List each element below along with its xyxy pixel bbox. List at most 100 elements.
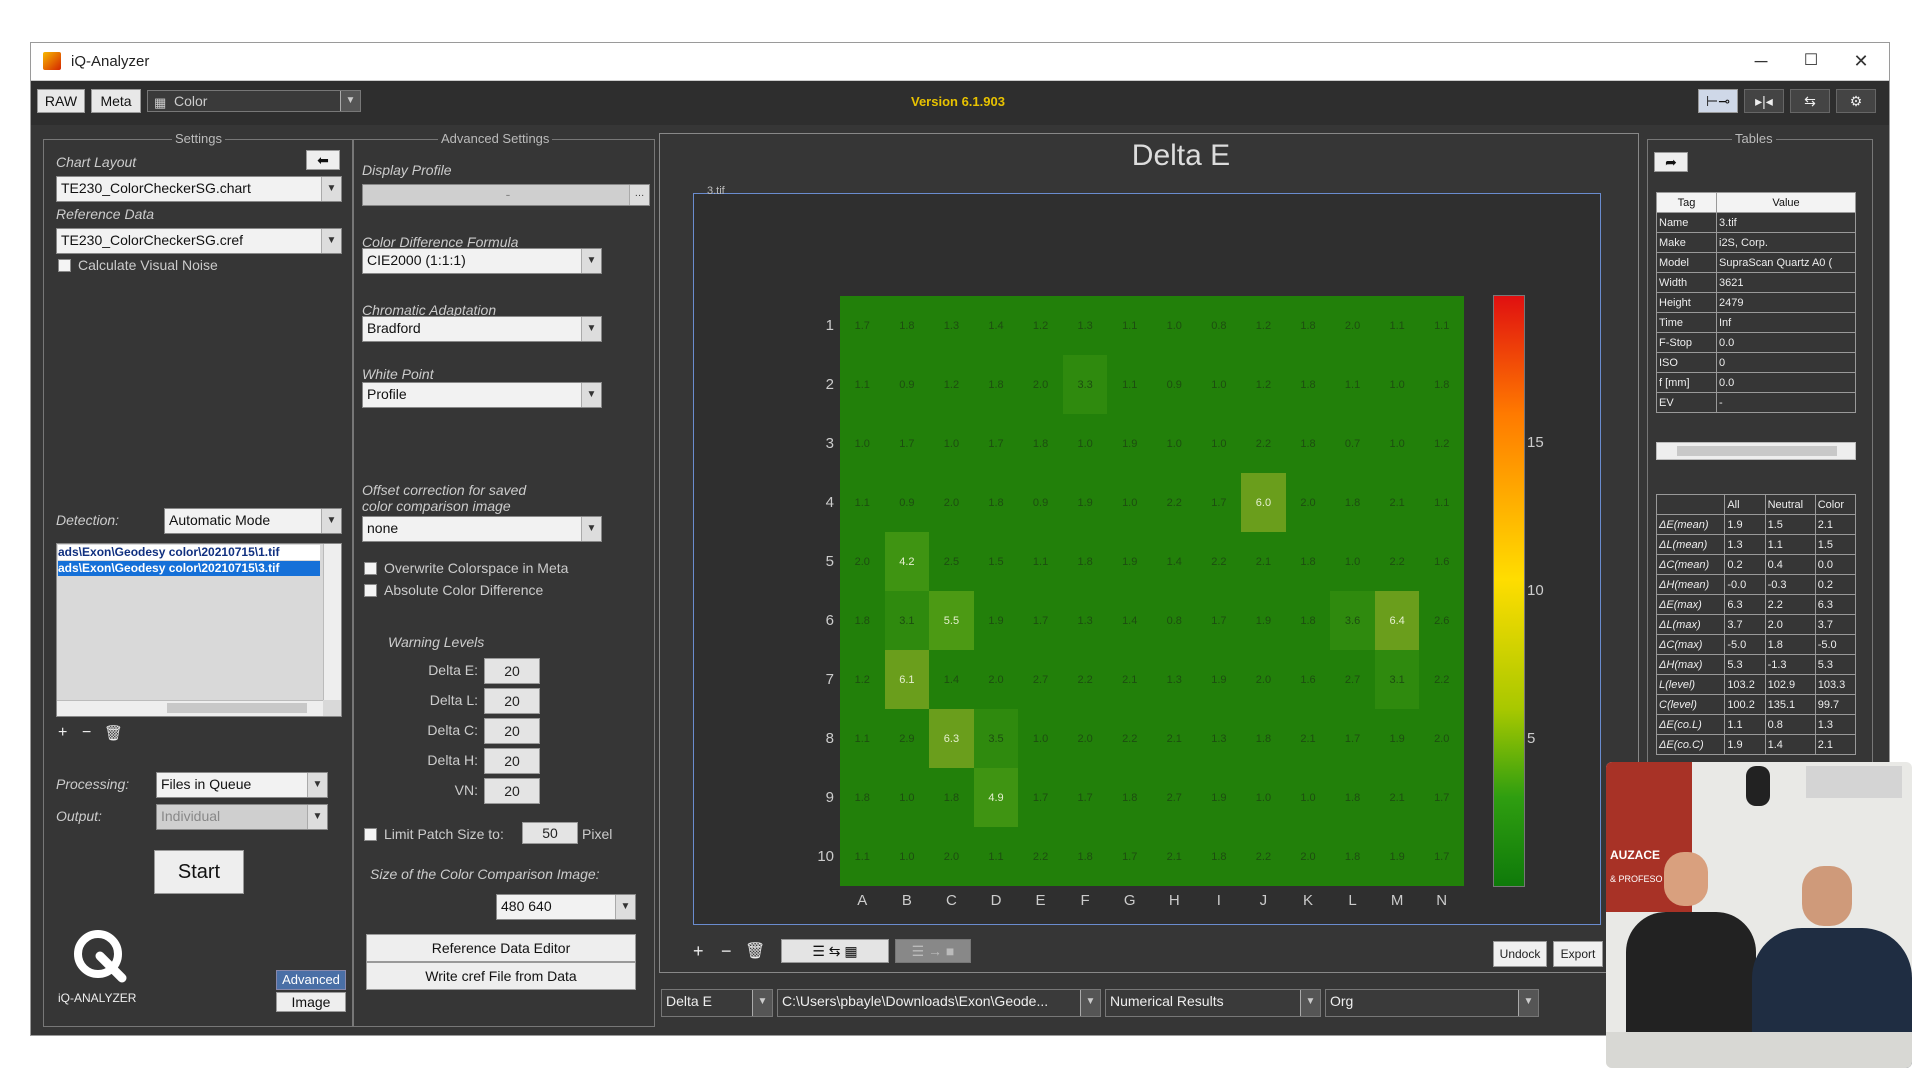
minus-icon[interactable]: − <box>82 724 91 742</box>
heatmap-cell: 0.8 <box>1196 296 1242 355</box>
vn-input[interactable]: 20 <box>484 778 540 804</box>
stats-metric-cell: ΔH(max) <box>1656 654 1726 675</box>
delta-l-input[interactable]: 20 <box>484 688 540 714</box>
reference-data-combo[interactable]: TE230_ColorCheckerSG.cref ▼ <box>56 228 342 254</box>
horizontal-scrollbar[interactable] <box>57 700 323 716</box>
list-item[interactable]: ads\Exon\Geodesy color\20210715\3.tif <box>58 561 320 576</box>
heatmap-cell: 2.7 <box>1018 650 1063 709</box>
maximize-button[interactable]: ☐ <box>1789 47 1833 75</box>
heatmap-cell: 1.4 <box>929 650 974 709</box>
vertical-scrollbar[interactable] <box>323 544 341 700</box>
stats-metric-cell: ΔE(co.L) <box>1656 714 1726 735</box>
reference-data-editor-button[interactable]: Reference Data Editor <box>366 934 636 962</box>
undock-button[interactable]: Undock <box>1493 941 1547 967</box>
overwrite-checkbox[interactable] <box>364 562 377 575</box>
offset-combo[interactable]: none ▼ <box>362 516 602 542</box>
delta-c-input[interactable]: 20 <box>484 718 540 744</box>
wall-decor <box>1806 766 1902 798</box>
column-tick-label: I <box>1216 892 1221 909</box>
zoom-in-icon[interactable]: + <box>693 941 704 962</box>
absolute-checkbox[interactable] <box>364 584 377 597</box>
stats-value-cell: 135.1 <box>1764 694 1816 715</box>
detection-label: Detection: <box>56 512 120 528</box>
output-combo[interactable]: Individual ▼ <box>156 804 328 830</box>
chart-layout-combo[interactable]: TE230_ColorCheckerSG.chart ▼ <box>56 176 342 202</box>
layout-toggle-icon[interactable]: ☰ ⇆ ▦ <box>781 939 889 963</box>
row-tick-label: 5 <box>825 552 834 570</box>
results-combo[interactable]: Numerical Results ▼ <box>1105 989 1321 1017</box>
zoom-out-icon[interactable]: − <box>721 941 732 962</box>
metric-combo[interactable]: Delta E ▼ <box>661 989 773 1017</box>
meta-value-cell: 0.0 <box>1716 372 1856 393</box>
warning-levels-label: Warning Levels <box>388 634 485 650</box>
meta-horizontal-scrollbar[interactable] <box>1656 442 1856 460</box>
back-arrow-icon[interactable]: ⬅ <box>306 150 340 170</box>
display-profile-field[interactable]: - … <box>362 184 650 206</box>
more-icon[interactable]: … <box>629 185 649 205</box>
heatmap-cell: 1.1 <box>840 709 885 768</box>
stats-value-cell: 99.7 <box>1814 694 1856 715</box>
formula-combo[interactable]: CIE2000 (1:1:1) ▼ <box>362 248 602 274</box>
file-path-combo[interactable]: C:\Users\pbayle\Downloads\Exon\Geode... ▼ <box>777 989 1101 1017</box>
stats-value-cell: 1.3 <box>1814 714 1856 735</box>
limit-patch-input[interactable]: 50 <box>522 822 578 844</box>
start-button[interactable]: Start <box>154 850 244 894</box>
meta-value-cell: 3.tif <box>1716 212 1856 233</box>
measure-mode-icon[interactable]: ⊢⊸ <box>1698 89 1738 113</box>
delta-e-input[interactable]: 20 <box>484 658 540 684</box>
split-view-icon[interactable]: ▸|◂ <box>1744 89 1784 113</box>
stats-value-cell: -5.0 <box>1724 634 1766 655</box>
tab-advanced[interactable]: Advanced <box>276 970 346 990</box>
meta-header-value: Value <box>1716 192 1856 213</box>
write-cref-button[interactable]: Write cref File from Data <box>366 962 636 990</box>
meta-button[interactable]: Meta <box>91 89 141 113</box>
stats-metric-cell: ΔE(co.C) <box>1656 734 1726 755</box>
meta-header-tag: Tag <box>1656 192 1717 213</box>
stats-value-cell: 103.2 <box>1724 674 1766 695</box>
delta-l-label: Delta L: <box>429 692 478 708</box>
swap-icon[interactable]: ⇆ <box>1790 89 1830 113</box>
stats-row: ΔH(mean) -0.0 -0.3 0.2 <box>1656 574 1856 595</box>
stats-value-cell: 0.2 <box>1814 574 1856 595</box>
file-list[interactable]: ads\Exon\Geodesy color\20210715\1.tif ad… <box>56 543 342 717</box>
gear-icon[interactable]: ⚙ <box>1836 89 1876 113</box>
close-button[interactable]: ✕ <box>1839 47 1883 75</box>
processing-combo[interactable]: Files in Queue ▼ <box>156 772 328 798</box>
heatmap-cell: 1.2 <box>1241 355 1286 414</box>
trash-icon[interactable]: 🗑 <box>745 941 765 961</box>
white-point-combo[interactable]: Profile ▼ <box>362 382 602 408</box>
adaptation-combo[interactable]: Bradford ▼ <box>362 316 602 342</box>
chevron-down-icon: ▼ <box>615 895 635 919</box>
heatmap-cell: 1.8 <box>840 591 885 650</box>
limit-patch-checkbox[interactable] <box>364 828 377 841</box>
detection-combo[interactable]: Automatic Mode ▼ <box>164 508 342 534</box>
column-tick-label: B <box>901 892 912 909</box>
minimize-button[interactable]: ─ <box>1739 47 1783 75</box>
tab-image[interactable]: Image <box>276 992 346 1012</box>
visual-noise-checkbox[interactable] <box>58 259 71 272</box>
heatmap-cell: 2.1 <box>1152 827 1197 886</box>
chevron-down-icon: ▼ <box>581 249 601 273</box>
stats-metric-cell: ΔL(max) <box>1656 614 1726 635</box>
heatmap-cell: 1.0 <box>1152 296 1197 355</box>
add-icon[interactable]: + <box>58 724 67 742</box>
trash-icon[interactable]: 🗑 <box>104 724 123 742</box>
heatmap-cell: 1.0 <box>1330 532 1375 591</box>
forward-arrow-icon[interactable]: ➦ <box>1654 152 1688 172</box>
source-combo[interactable]: Org ▼ <box>1325 989 1539 1017</box>
heatmap-cell: 1.7 <box>1196 473 1242 532</box>
color-mode-combo[interactable]: ▦ Color ▼ <box>147 90 361 112</box>
raw-button[interactable]: RAW <box>37 89 85 113</box>
stats-header-cell <box>1656 494 1726 515</box>
delta-h-input[interactable]: 20 <box>484 748 540 774</box>
heatmap-cell: 1.9 <box>1196 768 1242 827</box>
stats-value-cell: 2.1 <box>1814 734 1856 755</box>
chevron-down-icon: ▼ <box>581 383 601 407</box>
limit-patch-label: Limit Patch Size to: <box>384 826 504 842</box>
list-item[interactable]: ads\Exon\Geodesy color\20210715\1.tif <box>58 545 320 560</box>
meta-row: Model SupraScan Quartz A0 ( <box>1656 252 1856 273</box>
heatmap-cell: 5.5 <box>929 591 974 650</box>
export-button[interactable]: Export <box>1553 941 1603 967</box>
comparison-size-combo[interactable]: 480 640 ▼ <box>496 894 636 920</box>
heatmap-cell: 1.8 <box>840 768 885 827</box>
